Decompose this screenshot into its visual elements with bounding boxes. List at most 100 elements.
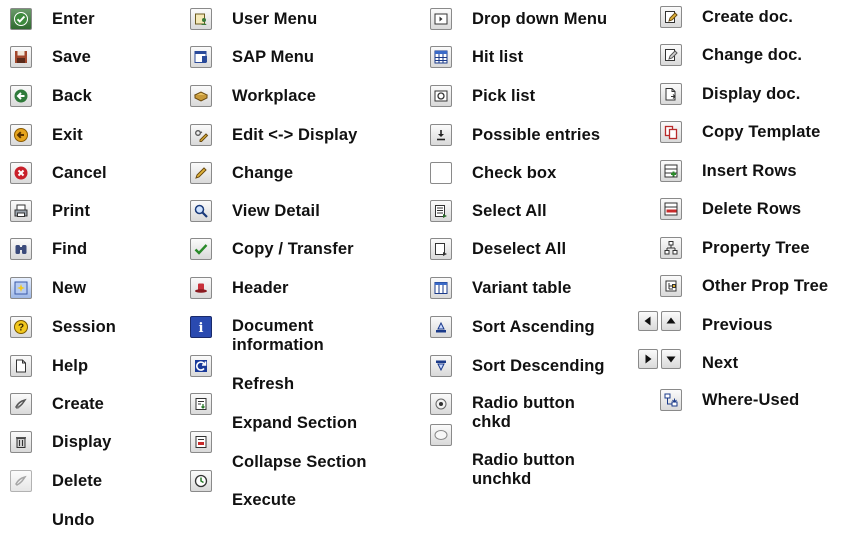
other-prop-tree-icon[interactable] [660,275,682,297]
svg-text:i: i [199,321,204,335]
item-label: Copy Template [702,123,821,141]
item-label: Select All [472,202,547,220]
item-label: Display [52,433,112,451]
create-icon[interactable] [10,393,32,415]
deselect-all-icon[interactable] [430,238,452,260]
hit-list-icon[interactable] [430,46,452,68]
item-label: Other Prop Tree [702,277,829,295]
checkbox-icon[interactable] [430,162,452,184]
item-label: Collapse Section [232,453,367,471]
new-sparkle-icon[interactable] [10,277,32,299]
sort-ascending-icon[interactable] [430,316,452,338]
info-icon[interactable]: i [190,316,212,338]
item-label: User Menu [232,10,318,28]
item-label: Enter [52,10,95,28]
trash-icon[interactable] [10,431,32,453]
item-label: Find [52,240,88,258]
glasses-pencil-icon[interactable] [190,124,212,146]
item-label: Property Tree [702,239,810,257]
item-label: SAP Menu [232,48,315,66]
item-label: Pick list [472,87,536,105]
item-label: Where-Used [702,391,800,409]
item-label: Document information [232,317,324,354]
item-label: Print [52,202,91,220]
arrow-down-icon[interactable] [661,349,681,369]
item-label: Undo [52,511,95,529]
item-label: Execute [232,491,296,509]
clock-icon[interactable] [190,470,212,492]
item-label: Drop down Menu [472,10,608,28]
variant-table-icon[interactable] [430,277,452,299]
item-label: Next [702,354,739,372]
delete-rows-icon[interactable] [660,198,682,220]
item-label: Workplace [232,87,317,105]
svg-text:?: ? [18,323,24,334]
item-label: Create [52,395,104,413]
sort-descending-icon[interactable] [430,355,452,377]
item-label: Help [52,357,89,375]
item-label: Save [52,48,91,66]
check-circle-icon[interactable] [10,8,32,30]
sap-menu-icon[interactable] [190,46,212,68]
item-label: New [52,279,87,297]
dropdown-menu-icon[interactable] [430,8,452,30]
user-menu-icon[interactable] [190,8,212,30]
floppy-disk-icon[interactable] [10,46,32,68]
radio-unchecked-icon[interactable] [430,424,452,446]
blank-page-icon[interactable] [10,355,32,377]
binoculars-icon[interactable] [10,238,32,260]
item-label: Change [232,164,294,182]
item-label: Hit list [472,48,524,66]
next-button-group [638,349,681,369]
previous-button-group [638,311,681,331]
delete-icon[interactable] [10,470,32,492]
property-tree-icon[interactable] [660,237,682,259]
pencil-icon[interactable] [190,162,212,184]
cancel-icon[interactable] [10,162,32,184]
item-label: Back [52,87,92,105]
collapse-section-icon[interactable] [190,431,212,453]
item-label: Display doc. [702,85,801,103]
copy-template-icon[interactable] [660,121,682,143]
workplace-icon[interactable] [190,85,212,107]
item-label: Cancel [52,164,107,182]
item-label: Expand Section [232,414,358,432]
item-label: Possible entries [472,126,601,144]
item-label: Refresh [232,375,295,393]
pick-list-icon[interactable] [430,85,452,107]
magnifier-icon[interactable] [190,200,212,222]
item-label: Radio button unchkd [472,451,575,488]
arrow-up-icon[interactable] [661,311,681,331]
item-label: Edit <-> Display [232,126,358,144]
expand-section-icon[interactable] [190,393,212,415]
item-label: Exit [52,126,83,144]
radio-checked-icon[interactable] [430,393,452,415]
item-label: Sort Descending [472,357,605,375]
item-label: Session [52,318,116,336]
item-label: Previous [702,316,773,334]
green-check-icon[interactable] [190,238,212,260]
where-used-icon[interactable] [660,389,682,411]
session-icon[interactable]: ? [10,316,32,338]
item-label: Delete [52,472,103,490]
arrow-right-icon[interactable] [638,349,658,369]
possible-entries-icon[interactable] [430,124,452,146]
refresh-icon[interactable] [190,355,212,377]
item-label: Variant table [472,279,572,297]
arrow-left-icon[interactable] [638,311,658,331]
exit-icon[interactable] [10,124,32,146]
printer-icon[interactable] [10,200,32,222]
display-doc-icon[interactable] [660,83,682,105]
select-all-icon[interactable] [430,200,452,222]
item-label: Header [232,279,289,297]
hat-icon[interactable] [190,277,212,299]
change-doc-icon[interactable] [660,44,682,66]
create-doc-icon[interactable] [660,6,682,28]
item-label: Copy / Transfer [232,240,354,258]
back-arrow-icon[interactable] [10,85,32,107]
item-label: View Detail [232,202,320,220]
item-label: Insert Rows [702,162,797,180]
item-label: Deselect All [472,240,567,258]
item-label: Radio button chkd [472,394,575,431]
insert-rows-icon[interactable] [660,160,682,182]
